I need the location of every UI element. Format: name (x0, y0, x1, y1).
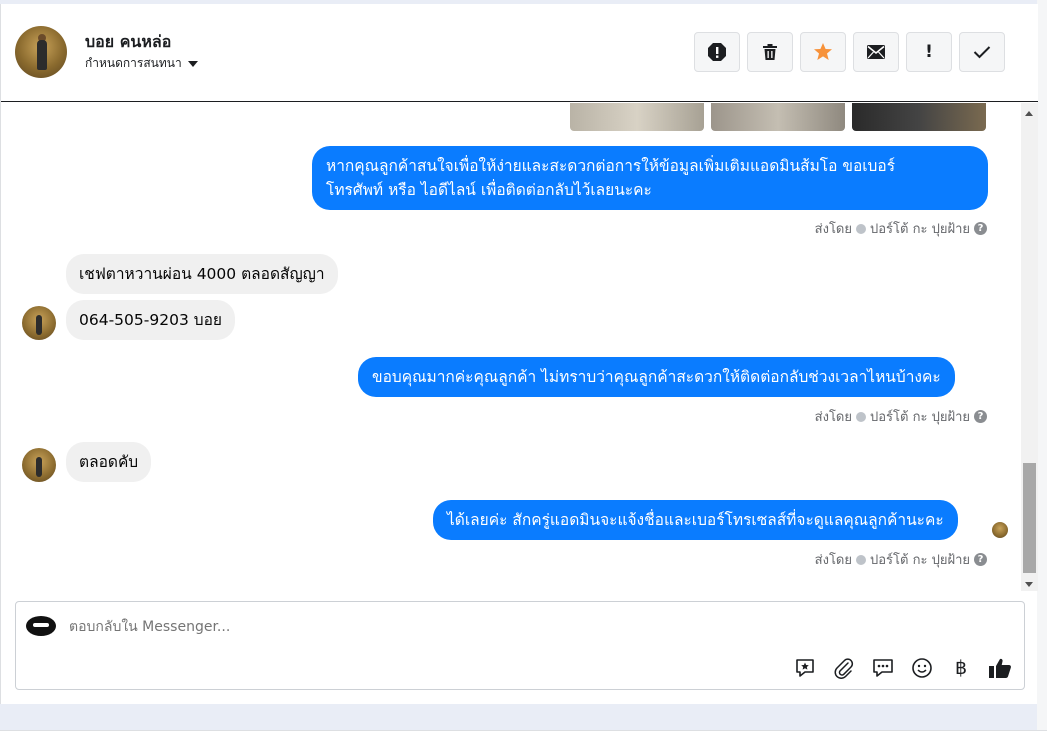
sent-by-prefix: ส่งโดย (814, 410, 852, 425)
attachment-icon (834, 658, 854, 679)
incoming-message[interactable]: 064-505-9203 บอย (66, 300, 235, 340)
scroll-up-arrow-icon[interactable] (1025, 111, 1033, 116)
help-icon[interactable]: ? (974, 553, 987, 566)
sent-by-name[interactable]: ปอร์โต้ กะ ปุยฝ้าย (870, 406, 970, 427)
page-logo (26, 616, 56, 636)
sent-by-name[interactable]: ปอร์โต้ กะ ปุยฝ้าย (870, 218, 970, 239)
seen-avatar (992, 522, 1008, 538)
thread-scrollbar[interactable] (1021, 103, 1038, 591)
outgoing-message[interactable]: ขอบคุณมากค่ะคุณลูกค้า ไม่ทราบว่าคุณลูกค้… (358, 357, 955, 397)
sent-by-label: ส่งโดย ปอร์โต้ กะ ปุยฝ้าย ? (815, 406, 987, 427)
assign-conversation-dropdown[interactable]: กำหนดการสนทนา (85, 54, 198, 73)
sender-avatar[interactable] (22, 306, 56, 340)
send-like-button[interactable] (988, 656, 1012, 680)
chat-bubbles-icon (873, 659, 893, 677)
emoji-button[interactable] (910, 656, 934, 680)
conversation-panel: บอย คนหล่อ กำหนดการสนทนา ! หากคุณลูกค้าส… (0, 4, 1038, 704)
sent-by-prefix: ส่งโดย (814, 553, 852, 568)
composer-tools: ฿ (793, 656, 1012, 680)
scroll-down-arrow-icon[interactable] (1025, 582, 1033, 587)
contact-avatar[interactable] (15, 26, 67, 78)
trash-icon (763, 44, 777, 60)
spam-icon (708, 43, 726, 61)
header-actions: ! (694, 32, 1005, 72)
saved-reply-button[interactable] (793, 656, 817, 680)
message-text-line: โทรศัพท์ หรือ ไอดีไลน์ เพื่อติดต่อกลับไว… (326, 181, 652, 199)
message-text-line: หากคุณลูกค้าสนใจเพื่อให้ง่ายและสะดวกต่อก… (326, 157, 896, 175)
payment-button[interactable]: ฿ (949, 656, 973, 680)
checkmark-icon (973, 46, 991, 59)
delete-button[interactable] (747, 32, 793, 72)
help-icon[interactable]: ? (974, 222, 987, 235)
exclamation-icon: ! (925, 42, 933, 62)
sent-by-name[interactable]: ปอร์โต้ กะ ปุยฝ้าย (870, 549, 970, 570)
mark-unread-button[interactable] (853, 32, 899, 72)
image-attachment[interactable] (852, 103, 986, 131)
mark-spam-button[interactable] (694, 32, 740, 72)
sender-avatar[interactable] (22, 448, 56, 482)
mark-done-button[interactable] (959, 32, 1005, 72)
window-edge (1037, 0, 1047, 744)
star-button[interactable] (800, 32, 846, 72)
help-icon[interactable]: ? (974, 410, 987, 423)
sent-by-label: ส่งโดย ปอร์โต้ กะ ปุยฝ้าย ? (815, 549, 987, 570)
reply-composer: ฿ (15, 601, 1025, 690)
incoming-message[interactable]: เชฟตาหวานผ่อน 4000 ตลอดสัญญา (66, 254, 338, 294)
scrollbar-thumb[interactable] (1023, 463, 1036, 573)
page-admin-icon (856, 554, 866, 565)
image-attachment[interactable] (570, 103, 704, 131)
bottom-bar (0, 730, 1047, 744)
follow-up-button[interactable]: ! (906, 32, 952, 72)
incoming-message[interactable]: ตลอดคับ (66, 442, 152, 482)
baht-icon: ฿ (954, 657, 968, 679)
attach-file-button[interactable] (832, 656, 856, 680)
saved-reply-icon (796, 659, 814, 677)
assign-label: กำหนดการสนทนา (85, 56, 182, 70)
sent-by-prefix: ส่งโดย (814, 222, 852, 237)
outgoing-message[interactable]: หากคุณลูกค้าสนใจเพื่อให้ง่ายและสะดวกต่อก… (312, 146, 988, 210)
caret-down-icon (187, 60, 198, 67)
conversation-header: บอย คนหล่อ กำหนดการสนทนา ! (1, 4, 1038, 102)
quick-replies-button[interactable] (871, 656, 895, 680)
message-thread: หากคุณลูกค้าสนใจเพื่อให้ง่ายและสะดวกต่อก… (1, 103, 1021, 583)
reply-input[interactable] (69, 616, 769, 638)
envelope-icon (867, 45, 885, 59)
outgoing-message[interactable]: ได้เลยค่ะ สักครู่แอดมินจะแจ้งชื่อและเบอร… (433, 500, 958, 540)
sent-by-label: ส่งโดย ปอร์โต้ กะ ปุยฝ้าย ? (815, 218, 987, 239)
contact-name[interactable]: บอย คนหล่อ (85, 30, 171, 55)
page-admin-icon (856, 223, 866, 234)
page-admin-icon (856, 411, 866, 422)
star-icon (814, 43, 832, 60)
emoji-icon (912, 658, 932, 678)
image-attachment[interactable] (711, 103, 845, 131)
thumbs-up-icon (989, 658, 1011, 678)
